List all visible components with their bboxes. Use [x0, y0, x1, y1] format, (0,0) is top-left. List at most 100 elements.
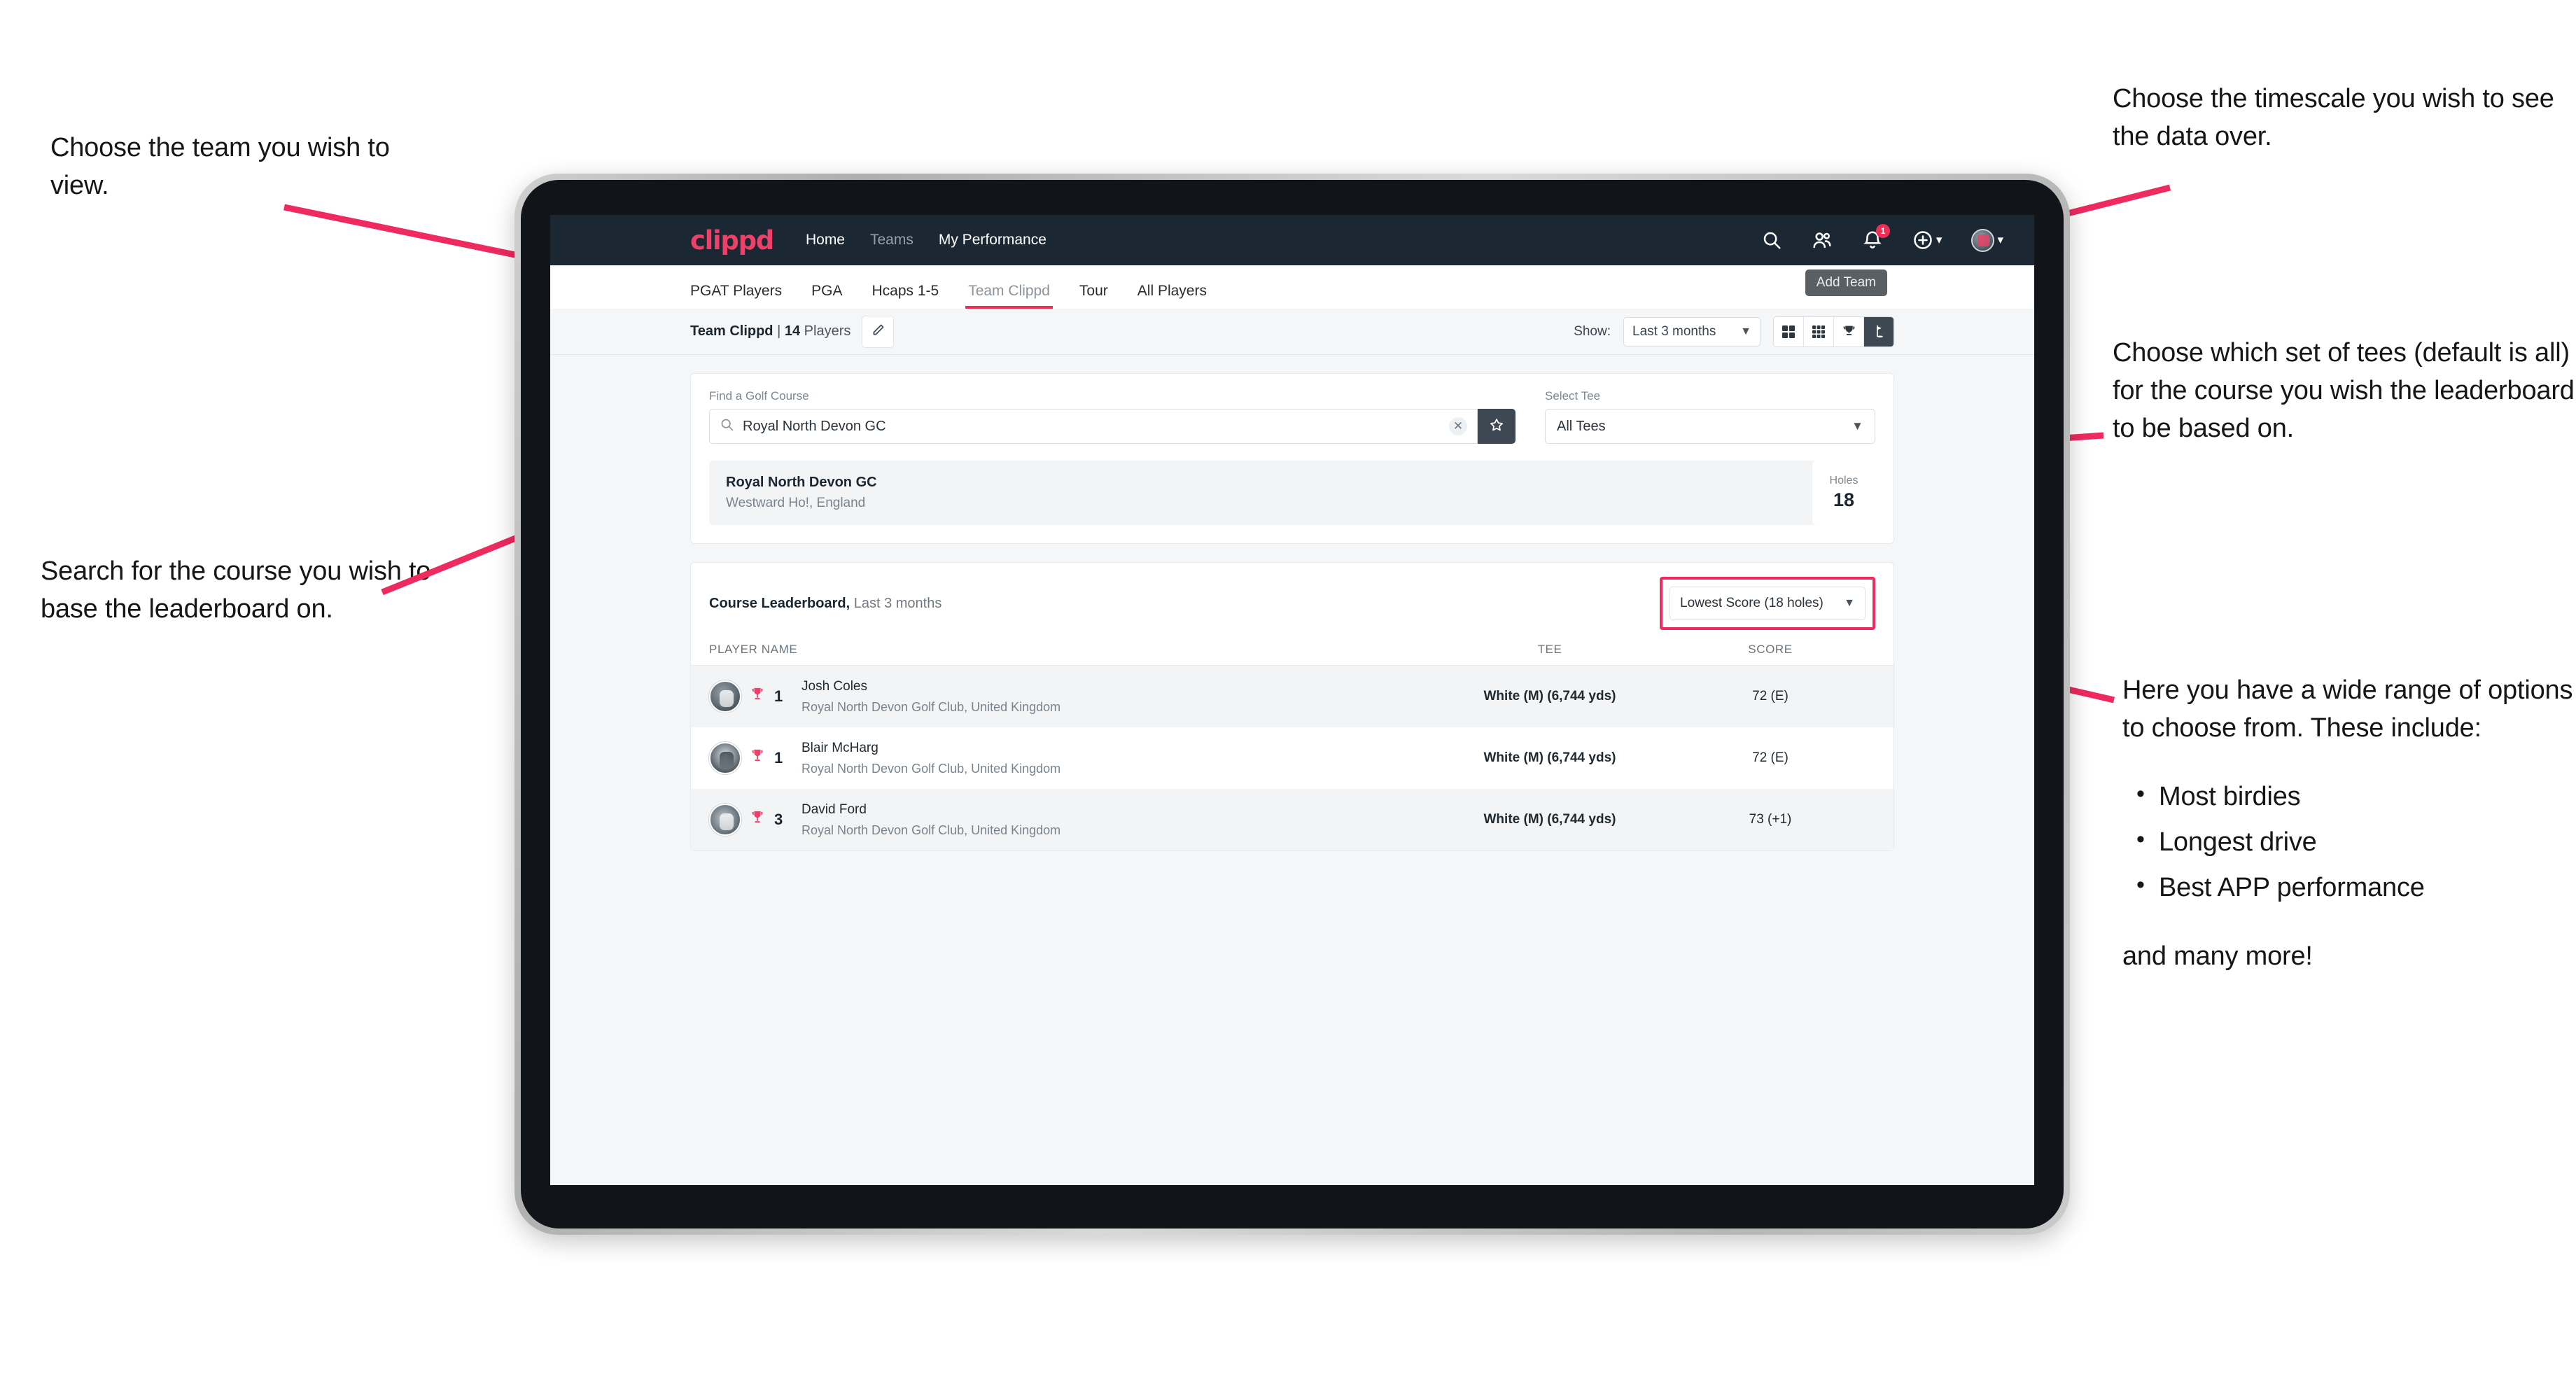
timescale-select[interactable]: Last 3 months ▼: [1623, 316, 1760, 346]
annotation-timescale: Choose the timescale you wish to see the…: [2113, 84, 2554, 151]
leaderboard-title: Course Leaderboard, Last 3 months: [709, 596, 941, 612]
player-club: Royal North Devon Golf Club, United King…: [802, 761, 1061, 776]
tab-all-players[interactable]: All Players: [1138, 283, 1207, 309]
tab-pgat-players[interactable]: PGAT Players: [690, 283, 782, 309]
plus-circle-icon[interactable]: [1912, 230, 1933, 251]
course-search-group: Royal North Devon GC ✕: [709, 409, 1516, 444]
tab-pga[interactable]: PGA: [811, 283, 842, 309]
view-golf-flag-icon[interactable]: [1864, 316, 1893, 346]
player-name: Blair McHarg: [802, 740, 878, 755]
player-info: Blair McHarg Royal North Devon Golf Club…: [802, 741, 1060, 776]
avatar: [709, 742, 741, 774]
tab-team-clippd[interactable]: Team Clippd: [965, 283, 1053, 309]
annotation-select-tees: Choose which set of tees (default is all…: [2113, 338, 2575, 443]
table-row[interactable]: 1 Josh Coles Royal North Devon Golf Club…: [691, 666, 1893, 727]
chevron-down-icon: ▼: [1851, 419, 1863, 433]
course-name: Royal North Devon GC: [726, 475, 877, 490]
metric-select-highlight: Lowest Score (18 holes) ▼: [1660, 577, 1875, 630]
course-leaderboard-card: Course Leaderboard, Last 3 months Lowest…: [690, 562, 1894, 851]
team-tabs: PGAT Players PGA Hcaps 1-5 Team Clippd T…: [550, 265, 2034, 309]
course-result-row[interactable]: Royal North Devon GC Westward Ho!, Engla…: [709, 461, 1875, 525]
player-score: 73 (+1): [1749, 812, 1792, 827]
metric-select[interactable]: Lowest Score (18 holes) ▼: [1670, 587, 1865, 620]
chevron-down-icon: ▼: [1740, 325, 1751, 337]
show-label: Show:: [1574, 323, 1611, 339]
leaderboard-subtitle: Last 3 months: [853, 595, 942, 611]
team-toolbar: Team Clippd | 14 Players Show: Last 3 mo…: [550, 309, 2034, 355]
metric-select-value: Lowest Score (18 holes): [1680, 596, 1823, 610]
player-club: Royal North Devon Golf Club, United King…: [802, 822, 1061, 837]
course-result-text: Royal North Devon GC Westward Ho!, Engla…: [726, 475, 877, 511]
view-grid-small-icon[interactable]: [1804, 316, 1834, 346]
holes-value: 18: [1833, 489, 1855, 510]
favourite-course-button[interactable]: [1478, 409, 1516, 444]
app-navbar: clippd Home Teams My Performance 1 ▾ ▾: [550, 215, 2034, 265]
view-grid-large-icon[interactable]: [1774, 316, 1804, 346]
course-search-value: Royal North Devon GC: [743, 418, 886, 434]
nav-actions: 1 ▾ ▾: [1761, 224, 2003, 252]
player-cell: 1 Blair McHarg Royal North Devon Golf Cl…: [709, 741, 1434, 776]
player-club: Royal North Devon Golf Club, United King…: [802, 699, 1061, 714]
avatar[interactable]: [1971, 228, 1995, 252]
toolbar-right: Show: Last 3 months ▼: [1574, 316, 1894, 347]
nav-link-teams[interactable]: Teams: [870, 232, 913, 248]
annotation-metric-intro: Here you have a wide range of options to…: [2122, 676, 2573, 743]
app-screen: clippd Home Teams My Performance 1 ▾ ▾ P…: [550, 215, 2034, 1185]
notification-badge: 1: [1875, 224, 1890, 238]
player-score: 72 (E): [1752, 750, 1788, 765]
device-bezel: clippd Home Teams My Performance 1 ▾ ▾ P…: [521, 180, 2064, 1228]
table-row[interactable]: 3 David Ford Royal North Devon Golf Club…: [691, 789, 1893, 850]
player-cell: 1 Josh Coles Royal North Devon Golf Club…: [709, 679, 1434, 715]
tab-tour[interactable]: Tour: [1079, 283, 1108, 309]
course-search-input[interactable]: Royal North Devon GC ✕: [709, 409, 1478, 444]
tab-hcaps-1-5[interactable]: Hcaps 1-5: [872, 283, 939, 309]
tee-select-label: Select Tee: [1545, 389, 1601, 402]
team-players-word: Players: [804, 323, 851, 339]
search-icon[interactable]: [1761, 230, 1782, 251]
column-player-name: PLAYER NAME: [709, 643, 798, 656]
nav-link-home[interactable]: Home: [806, 232, 845, 248]
brand-logo[interactable]: clippd: [690, 225, 774, 255]
player-info: David Ford Royal North Devon Golf Club, …: [802, 802, 1060, 838]
view-trophy-icon[interactable]: [1834, 316, 1864, 346]
nav-link-my-performance[interactable]: My Performance: [939, 232, 1046, 248]
add-team-tooltip: Add Team: [1805, 270, 1887, 296]
player-rank: 1: [774, 687, 783, 705]
search-icon: [720, 417, 734, 435]
view-toggle-group: [1773, 316, 1894, 347]
tee-select[interactable]: All Tees ▼: [1545, 409, 1875, 444]
timescale-value: Last 3 months: [1632, 323, 1716, 339]
player-rank: 3: [774, 811, 783, 828]
player-rank: 1: [774, 749, 783, 766]
player-cell: 3 David Ford Royal North Devon Golf Club…: [709, 802, 1434, 838]
tee-select-value: All Tees: [1557, 418, 1606, 434]
chevron-down-icon[interactable]: ▾: [1936, 233, 1942, 247]
add-menu[interactable]: ▾: [1912, 230, 1942, 251]
leaderboard-title-main: Course Leaderboard,: [709, 595, 850, 611]
player-name: David Ford: [802, 802, 867, 817]
chevron-down-icon[interactable]: ▾: [1997, 233, 2003, 247]
course-search-column: Find a Golf Course Royal North Devon GC …: [709, 389, 1516, 444]
chevron-down-icon: ▼: [1844, 597, 1855, 609]
leaderboard-header: Course Leaderboard, Last 3 months Lowest…: [691, 563, 1893, 643]
bell-icon[interactable]: 1: [1862, 224, 1890, 251]
trophy-icon: [750, 809, 765, 831]
course-location: Westward Ho!, England: [726, 496, 866, 510]
course-holes-badge: Holes 18: [1812, 461, 1875, 525]
annotation-bullet-list: Most birdies Longest drive Best APP perf…: [2122, 777, 2574, 907]
team-name: Team Clippd: [690, 323, 774, 339]
page-content: Find a Golf Course Royal North Devon GC …: [550, 355, 2034, 851]
annotation-search-course: Search for the course you wish to base t…: [41, 556, 431, 624]
player-info: Josh Coles Royal North Devon Golf Club, …: [802, 679, 1060, 715]
search-row: Find a Golf Course Royal North Devon GC …: [709, 389, 1875, 444]
profile-menu[interactable]: ▾: [1971, 228, 2003, 252]
people-icon[interactable]: [1812, 230, 1833, 251]
trophy-icon: [750, 686, 765, 708]
table-row[interactable]: 1 Blair McHarg Royal North Devon Golf Cl…: [691, 727, 1893, 789]
edit-team-button[interactable]: [862, 315, 895, 348]
column-score: SCORE: [1748, 643, 1793, 656]
list-item: Longest drive: [2122, 822, 2574, 862]
primary-nav: Home Teams My Performance: [806, 232, 1046, 248]
star-icon: [1489, 417, 1504, 436]
close-icon[interactable]: ✕: [1449, 417, 1467, 435]
